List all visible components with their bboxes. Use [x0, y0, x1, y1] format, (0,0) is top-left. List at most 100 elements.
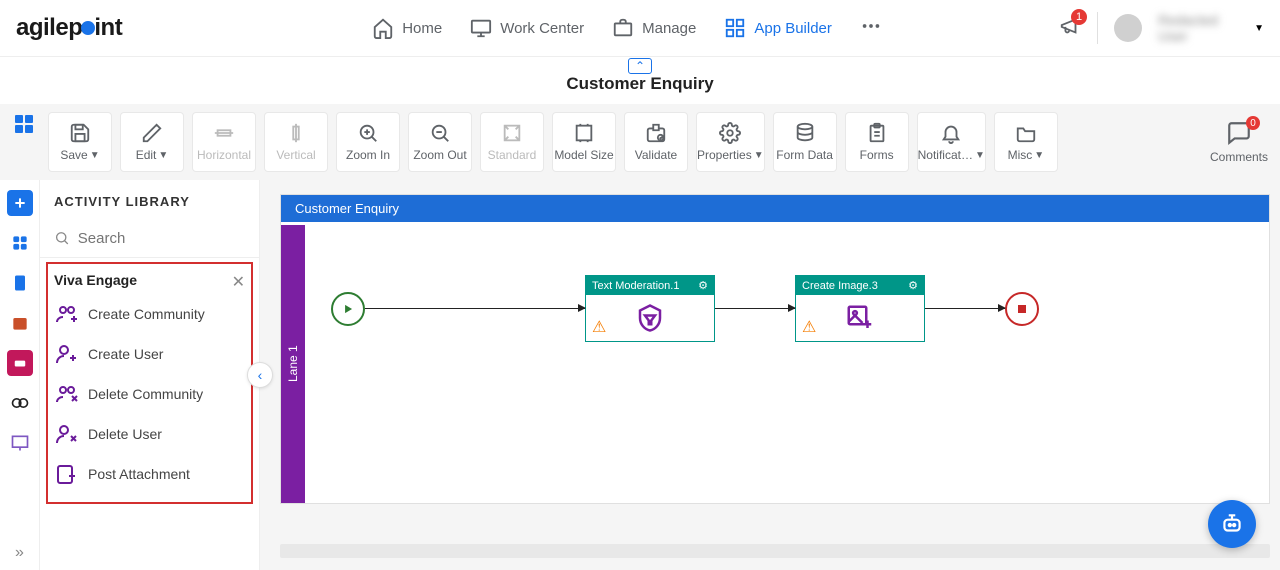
expand-icon — [573, 122, 595, 144]
canvas-header: Customer Enquiry — [281, 195, 1269, 222]
lib-item-post-attachment[interactable]: Post Attachment — [54, 454, 245, 494]
library-search — [40, 223, 259, 258]
start-node[interactable] — [331, 292, 365, 326]
forms-button[interactable]: Forms — [845, 112, 909, 172]
properties-button[interactable]: Properties▼ — [696, 112, 765, 172]
user-name: Redacted User — [1158, 12, 1238, 44]
flow: Text Moderation.1⚙ ⚠ Create Image.3⚙ ⚠ — [331, 275, 1249, 342]
user-menu-toggle[interactable]: ▼ — [1254, 23, 1264, 34]
validate-button[interactable]: Validate — [624, 112, 688, 172]
zoom-in-icon — [357, 122, 379, 144]
card-icon — [13, 356, 27, 370]
gear-small-icon[interactable]: ⚙ — [698, 279, 708, 292]
align-horizontal-icon — [213, 122, 235, 144]
rail-item-7[interactable] — [7, 430, 33, 456]
library-collapse[interactable]: ‹ — [247, 362, 273, 388]
align-vertical-icon — [285, 122, 307, 144]
rail-expand[interactable]: » — [15, 544, 24, 570]
rail-item-2[interactable] — [7, 230, 33, 256]
rail-add[interactable] — [7, 190, 33, 216]
fit-icon — [501, 122, 523, 144]
rail-item-6[interactable] — [7, 390, 33, 416]
activity-create-image[interactable]: Create Image.3⚙ ⚠ — [795, 275, 925, 342]
database-icon — [794, 122, 816, 144]
misc-button[interactable]: Misc▼ — [994, 112, 1058, 172]
library-heading: ACTIVITY LIBRARY — [40, 194, 259, 223]
collapse-header-button[interactable]: ⌃ — [628, 58, 652, 74]
comments-count: 0 — [1246, 116, 1260, 130]
play-icon — [341, 302, 355, 316]
page-title: Customer Enquiry — [0, 74, 1280, 104]
user-x-icon — [54, 422, 78, 446]
top-nav: agilepint Home Work Center Manage App Bu… — [0, 0, 1280, 56]
group-close[interactable]: ✕ — [232, 272, 245, 292]
main-area: » ACTIVITY LIBRARY Viva Engage ✕ Create … — [0, 180, 1280, 570]
lib-item-delete-user[interactable]: Delete User — [54, 414, 245, 454]
gear-small-icon[interactable]: ⚙ — [908, 279, 918, 292]
nav-home-label: Home — [402, 20, 442, 37]
robot-icon — [1219, 511, 1245, 537]
zoom-standard-button[interactable]: Standard — [480, 112, 544, 172]
plus-icon — [12, 195, 28, 211]
nav-manage[interactable]: Manage — [612, 17, 696, 39]
search-icon — [54, 229, 70, 247]
apps-toggle[interactable] — [12, 112, 36, 136]
align-horizontal-button[interactable]: Horizontal — [192, 112, 256, 172]
notifications-button[interactable]: 1 — [1059, 15, 1081, 42]
zoom-out-button[interactable]: Zoom Out — [408, 112, 472, 172]
people-plus-icon — [54, 302, 78, 326]
briefcase-icon — [612, 17, 634, 39]
user-avatar[interactable] — [1114, 14, 1142, 42]
header-collapse-bar: ⌃ — [0, 56, 1280, 74]
connector[interactable] — [925, 308, 1005, 309]
activity-text-moderation[interactable]: Text Moderation.1⚙ ⚠ — [585, 275, 715, 342]
shield-filter-icon — [635, 303, 665, 333]
nav-home[interactable]: Home — [372, 17, 442, 39]
apps-icon — [12, 112, 36, 136]
ellipsis-icon — [860, 15, 882, 37]
search-input[interactable] — [78, 230, 245, 247]
zoom-in-button[interactable]: Zoom In — [336, 112, 400, 172]
lib-item-delete-community[interactable]: Delete Community — [54, 374, 245, 414]
activity-library: ACTIVITY LIBRARY Viva Engage ✕ Create Co… — [40, 180, 260, 570]
folder-icon — [1015, 122, 1037, 144]
edit-icon — [141, 122, 163, 144]
horizontal-scrollbar[interactable] — [280, 544, 1270, 558]
lib-item-create-community[interactable]: Create Community — [54, 294, 245, 334]
zoom-out-icon — [429, 122, 451, 144]
separator — [1097, 12, 1098, 44]
comments-button[interactable]: 0 Comments — [1210, 120, 1268, 164]
lib-item-create-user[interactable]: Create User — [54, 334, 245, 374]
clipboard-icon — [866, 122, 888, 144]
align-vertical-button[interactable]: Vertical — [264, 112, 328, 172]
rail-item-3[interactable] — [7, 270, 33, 296]
rail-item-4[interactable] — [7, 310, 33, 336]
screen-icon — [10, 433, 30, 453]
process-canvas[interactable]: Customer Enquiry Lane 1 Text Moderation.… — [280, 194, 1270, 504]
nav-work-center[interactable]: Work Center — [470, 17, 584, 39]
user-plus-icon — [54, 342, 78, 366]
box-icon — [10, 313, 30, 333]
edit-button[interactable]: Edit▼ — [120, 112, 184, 172]
rail-item-5[interactable] — [7, 350, 33, 376]
nav-app-builder[interactable]: App Builder — [724, 17, 832, 39]
notifications-tool-button[interactable]: Notificat…▼ — [917, 112, 986, 172]
clipboard-rail-icon — [10, 273, 30, 293]
warning-icon: ⚠ — [802, 317, 816, 337]
gear-icon — [719, 122, 741, 144]
puzzle-icon — [10, 233, 30, 253]
model-size-button[interactable]: Model Size — [552, 112, 616, 172]
knot-icon — [10, 393, 30, 413]
connector[interactable] — [715, 308, 795, 309]
save-button[interactable]: Save▼ — [48, 112, 112, 172]
connector[interactable] — [365, 308, 585, 309]
assistant-fab[interactable] — [1208, 500, 1256, 548]
nav-right: 1 Redacted User ▼ — [1059, 12, 1264, 44]
brand-logo: agilepint — [16, 14, 122, 42]
library-group-viva-engage: Viva Engage ✕ Create Community Create Us… — [46, 262, 253, 504]
image-plus-icon — [845, 303, 875, 333]
nav-work-center-label: Work Center — [500, 20, 584, 37]
end-node[interactable] — [1005, 292, 1039, 326]
nav-more[interactable] — [860, 15, 882, 42]
form-data-button[interactable]: Form Data — [773, 112, 837, 172]
